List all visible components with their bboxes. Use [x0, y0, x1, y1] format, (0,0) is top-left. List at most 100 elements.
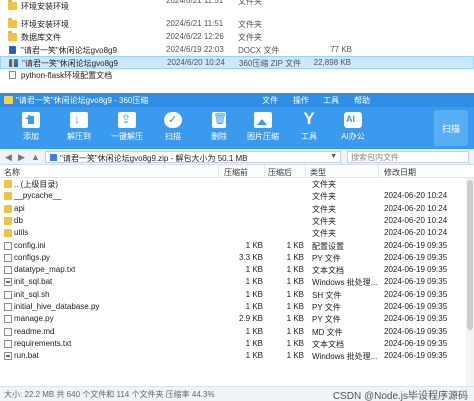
back-arrow-icon[interactable]: ◀ [5, 152, 12, 163]
column-size[interactable]: 压缩前 [224, 167, 248, 178]
explorer-row-size: 77 KB [330, 45, 352, 54]
file-name: initial_hive_database.py [14, 302, 100, 311]
column-divider[interactable] [305, 165, 306, 178]
search-field[interactable] [347, 151, 469, 163]
delete-button[interactable]: 删除 [200, 110, 238, 146]
explorer-row-type: 文件夹 [238, 20, 262, 29]
file-icon [4, 327, 12, 336]
one-click-extract-icon [118, 112, 136, 128]
file-date: 2024-06-19 09:35 [384, 314, 448, 324]
table-row[interactable]: api 文件夹 2024-06-20 10:24 [0, 203, 466, 215]
explorer-file-list: 环境安装环境 2024/6/21 11:51 文件夹 环境安装环境 2024/6… [0, 0, 474, 93]
explorer-row[interactable]: 环境安装环境 2024/6/21 11:51 文件夹 [0, 18, 474, 31]
column-divider[interactable] [378, 165, 379, 178]
table-row[interactable]: run.bat 1 KB 1 KB Windows 批处理... 2024-06-19 … [0, 350, 466, 362]
table-row[interactable]: init_sql.bat 1 KB 1 KB Windows 批处理... 2024-0… [0, 276, 466, 288]
menu-tools[interactable]: 工具 [323, 95, 339, 106]
search-input[interactable] [348, 152, 468, 162]
table-row[interactable]: db 文件夹 2024-06-20 10:24 [0, 215, 466, 227]
file-name: config.ini [14, 240, 46, 250]
one-click-extract-button[interactable]: 一键解压 [108, 110, 146, 146]
zip-icon [9, 59, 18, 67]
table-row[interactable]: init_sql.sh 1 KB 1 KB SH 文件 2024-06-19 09:35 [0, 289, 466, 301]
image-compress-button[interactable]: 图片压缩 [244, 110, 282, 146]
file-size: 1 KB [245, 302, 263, 311]
file-date: 2024-06-19 09:35 [384, 326, 448, 336]
file-compressed-size: 1 KB [286, 265, 304, 275]
scan-button[interactable]: 扫描 [434, 110, 468, 146]
menu-file[interactable]: 文件 [262, 95, 278, 106]
folder-icon [4, 229, 12, 238]
image-compress-icon [254, 112, 272, 128]
column-name[interactable]: 名称 [4, 167, 20, 178]
table-row[interactable]: .. (上级目录) 文件夹 [0, 178, 466, 190]
add-button[interactable]: 添加 [12, 110, 50, 146]
path-field[interactable]: "请君一笑"休闲论坛gvo8g9.zip - 解包大小为 50.1 MB ▼ [45, 151, 341, 163]
file-name: init_sql.bat [14, 277, 53, 287]
explorer-row-selected[interactable]: "请君一笑"休闲论坛gvo8g9 2024/6/20 10:24 360压缩 Z… [0, 56, 474, 69]
ai-office-button[interactable]: AI办公 [334, 110, 372, 146]
file-type: Windows 批处理... [312, 352, 378, 362]
file-name: db [14, 215, 23, 225]
explorer-row[interactable]: python-flask环境配置文档 [0, 69, 474, 82]
folder-icon [4, 180, 12, 188]
file-compressed-size: 1 KB [286, 252, 304, 262]
column-divider[interactable] [264, 165, 265, 178]
image-compress-button-label: 图片压缩 [247, 132, 279, 141]
table-row[interactable]: readme.md 1 KB 1 KB MD 文件 2024-06-19 09:35 [0, 326, 466, 338]
menu-help[interactable]: 帮助 [354, 95, 370, 106]
table-row[interactable]: utils 文件夹 2024-06-20 10:24 [0, 227, 466, 239]
bat-icon [4, 352, 12, 361]
chevron-down-icon[interactable]: ▼ [330, 153, 337, 160]
file-icon [4, 266, 12, 275]
table-row[interactable]: manage.py 2.9 KB 1 KB PY 文件 2024-06-19 09:35 [0, 313, 466, 325]
docx-icon [9, 46, 16, 54]
file-name: configs.py [14, 252, 51, 262]
table-row[interactable]: datatype_map.txt 1 KB 1 KB 文本文档 2024-06-19 0… [0, 264, 466, 276]
column-date[interactable]: 修改日期 [384, 167, 416, 178]
explorer-row[interactable]: 数据库文件 2024/6/22 12:26 文件夹 [0, 31, 474, 44]
scan-virus-button[interactable]: 扫描 [154, 110, 192, 146]
scan-virus-button-label: 扫描 [165, 132, 181, 141]
extract-to-icon [70, 112, 88, 128]
table-row[interactable]: requirements.txt 1 KB 1 KB 文本文档 2024-06-19 0… [0, 338, 466, 350]
table-row[interactable]: configs.py 3.3 KB 1 KB PY 文件 2024-06-19 09:3… [0, 252, 466, 264]
status-bar: 大小: 22.2 MB 共 640 个文件和 114 个文件夹 压缩率 44.3… [0, 386, 474, 401]
vertical-scrollbar[interactable] [466, 178, 474, 386]
file-size: 1 KB [245, 338, 263, 348]
explorer-row-date: 2024/6/22 12:26 [166, 32, 224, 41]
extract-to-button[interactable]: 解压到 [60, 110, 98, 146]
tools-icon [300, 109, 318, 129]
column-divider[interactable] [218, 165, 219, 178]
docx-icon [9, 71, 16, 79]
file-type: 文件夹 [312, 204, 336, 214]
file-icon [4, 303, 12, 311]
path-text: "请君一笑"休闲论坛gvo8g9.zip - 解包大小为 50.1 MB [60, 154, 248, 163]
explorer-row[interactable]: 环境安装环境 2024/6/21 11:51 文件夹 [0, 0, 474, 13]
delete-button-label: 删除 [211, 132, 227, 141]
file-type: 配置设置 [312, 241, 344, 251]
file-type: SH 文件 [312, 290, 342, 300]
file-icon [4, 253, 12, 262]
add-icon [22, 110, 40, 128]
archiver-window: "请君一笑"休闲论坛gvo8g9 - 360压缩 文件 操作 工具 帮助 添加 … [0, 93, 474, 401]
up-arrow-icon[interactable]: ▲ [31, 152, 40, 162]
file-date: 2024-06-19 09:35 [384, 302, 448, 311]
explorer-row-name: "请君一笑"休闲论坛gvo8g9 [22, 59, 118, 68]
scrollbar-thumb[interactable] [467, 180, 473, 330]
table-row[interactable]: __pycache__ 文件夹 2024-06-20 10:24 [0, 190, 466, 202]
scan-button-label: 扫描 [441, 124, 460, 134]
forward-arrow-icon[interactable]: ▶ [18, 152, 25, 163]
table-row[interactable]: initial_hive_database.py 1 KB 1 KB PY 文件 202… [0, 301, 466, 313]
file-name: .. (上级目录) [14, 180, 58, 189]
folder-icon [8, 0, 17, 10]
file-size: 1 KB [245, 240, 263, 250]
explorer-row-type: 文件夹 [238, 0, 262, 6]
folder-icon [8, 31, 17, 41]
tools-button[interactable]: 工具 [290, 109, 328, 146]
column-type[interactable]: 类型 [310, 167, 326, 178]
table-row[interactable]: config.ini 1 KB 1 KB 配置设置 2024-06-19 09:35 [0, 240, 466, 252]
file-compressed-size: 1 KB [286, 338, 304, 348]
menu-operate[interactable]: 操作 [293, 95, 309, 106]
column-compressed[interactable]: 压缩后 [268, 167, 292, 178]
